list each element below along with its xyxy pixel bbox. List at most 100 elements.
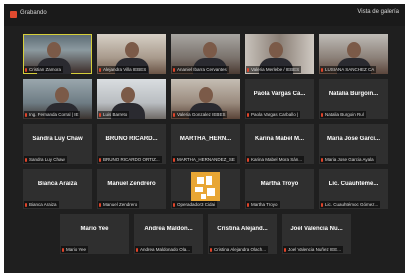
participant-video-head <box>125 42 139 58</box>
participant-display-name: Lic. Cuauhtéme... <box>328 181 379 187</box>
participant-tile[interactable]: Valeria Gonzalez IEBES <box>171 79 240 119</box>
participant-tile[interactable]: Lic. Cuauhtéme... Lic. Cuauhtémoc Gómez..… <box>319 169 388 209</box>
participant-name-label: Manuel Zendrero <box>98 201 140 208</box>
participant-video-head <box>47 42 61 58</box>
muted-mic-icon <box>99 68 101 72</box>
muted-mic-icon <box>99 113 101 117</box>
participant-label-text: Sandra Luy Chaw <box>29 157 65 162</box>
participant-label-text: Ananiel Ibarra Cervantes <box>177 67 227 72</box>
participant-tile[interactable]: Ing. Fernanda Corral | IE <box>23 79 92 119</box>
participant-tile[interactable]: Valeria Merlebe / IEBES <box>245 34 314 74</box>
muted-mic-icon <box>247 203 249 207</box>
participant-label-text: BRUNO RICARDO ORTIZ... <box>103 157 160 162</box>
participant-name-label: Andrea Maldonado Ola... <box>135 246 193 253</box>
participant-tile[interactable]: Martha Troyo Martha Troyo <box>245 169 314 209</box>
participant-name-label: Sandra Luy Chaw <box>24 156 67 163</box>
participant-label-text: Valeria Gonzalez IEBES <box>177 112 226 117</box>
participant-label-text: Cristian Zamora <box>29 67 62 72</box>
participant-tile[interactable]: Paola Vargas Ca... Paola Vargas Carballo … <box>245 79 314 119</box>
participant-label-text: Mario Yee <box>66 247 87 252</box>
participant-video-head <box>203 42 217 58</box>
muted-mic-icon <box>284 248 286 252</box>
participant-tile[interactable]: Cristian Zamora <box>23 34 92 74</box>
participant-tile[interactable]: Joel Valencia Nu... Joel Valencia Nuñez I… <box>282 214 351 254</box>
participant-tile[interactable]: Operadador3 Cidai <box>171 169 240 209</box>
participant-tile[interactable]: Natalia Burgoin... Natalia Burgoin Rul <box>319 79 388 119</box>
participant-tile[interactable]: Sandra Luy Chaw Sandra Luy Chaw <box>23 124 92 164</box>
participant-avatar-logo <box>191 172 220 201</box>
participant-display-name: Natalia Burgoin... <box>328 91 379 97</box>
participant-name-label: BRUNO RICARDO ORTIZ... <box>98 156 162 163</box>
participant-tile[interactable]: Alejandra Villa IEBES <box>97 34 166 74</box>
participant-name-label: LUSIANA SANCHEZ CA <box>320 66 377 73</box>
participant-display-name: Karina Mabel M... <box>254 136 304 142</box>
muted-mic-icon <box>62 248 64 252</box>
participant-tile[interactable]: Ananiel Ibarra Cervantes <box>171 34 240 74</box>
participant-label-text: Maria Jose Garcia Ayala <box>325 157 374 162</box>
participant-label-text: MARTHA_HERNANDEZ_SE <box>177 157 235 162</box>
muted-mic-icon <box>247 113 249 117</box>
participant-name-label: Martha Troyo <box>246 201 280 208</box>
muted-mic-icon <box>25 113 27 117</box>
participant-tile[interactable]: LUSIANA SANCHEZ CA <box>319 34 388 74</box>
muted-mic-icon <box>136 248 138 252</box>
participant-name-label: Operadador3 Cidai <box>172 201 218 208</box>
participant-video-head <box>269 42 283 58</box>
participant-tile[interactable]: Luis Barreto <box>97 79 166 119</box>
participant-display-name: Martha Troyo <box>260 181 299 187</box>
participant-display-name: Cristina Alejand... <box>217 226 268 232</box>
participant-name-label: Ananiel Ibarra Cervantes <box>172 66 229 73</box>
participant-name-label: Lic. Cuauhtémoc Gómez... <box>320 201 381 208</box>
participant-video-head <box>121 87 135 103</box>
participant-label-text: Ing. Fernanda Corral | IE <box>29 112 79 117</box>
muted-mic-icon <box>173 203 175 207</box>
gallery-view-button[interactable]: Vista de galería <box>357 9 399 15</box>
participant-name-label: Valeria Merlebe / IEBES <box>246 66 302 73</box>
muted-mic-icon <box>99 158 101 162</box>
participant-tile[interactable]: Bianca Araiza Bianca Araiza <box>23 169 92 209</box>
participant-label-text: Operadador3 Cidai <box>177 202 216 207</box>
muted-mic-icon <box>321 113 323 117</box>
participant-display-name: Andrea Maldon... <box>144 226 193 232</box>
participant-label-text: Martha Troyo <box>251 202 278 207</box>
participant-display-name: Maria Jose Garci... <box>326 136 381 142</box>
muted-mic-icon <box>173 68 175 72</box>
participant-name-label: Cristian Zamora <box>24 66 64 73</box>
participant-label-text: Natalia Burgoin Rul <box>325 112 364 117</box>
participant-tile[interactable]: MARTHA_HERN... MARTHA_HERNANDEZ_SE <box>171 124 240 164</box>
participant-tile[interactable]: Maria Jose Garci... Maria Jose Garcia Aya… <box>319 124 388 164</box>
participant-label-text: Manuel Zendrero <box>103 202 138 207</box>
participant-name-label: Ing. Fernanda Corral | IE <box>24 111 81 118</box>
participant-display-name: Sandra Luy Chaw <box>32 136 83 142</box>
muted-mic-icon <box>173 113 175 117</box>
participant-name-label: Joel Valencia Nuñez IEE... <box>283 246 343 253</box>
participant-label-text: Valeria Merlebe / IEBES <box>251 67 300 72</box>
participant-display-name: Mario Yee <box>80 226 109 232</box>
title-bar: Grabando Vista de galería <box>4 4 405 26</box>
muted-mic-icon <box>321 158 323 162</box>
participant-tile[interactable]: Mario Yee Mario Yee <box>60 214 129 254</box>
participant-display-name: MARTHA_HERN... <box>179 136 232 142</box>
participant-name-label: Maria Jose Garcia Ayala <box>320 156 376 163</box>
participant-display-name: Bianca Araiza <box>37 181 78 187</box>
participant-name-label: Mario Yee <box>61 246 89 253</box>
participant-display-name: Joel Valencia Nu... <box>290 226 343 232</box>
participant-tile[interactable]: BRUNO RICARD... BRUNO RICARDO ORTIZ... <box>97 124 166 164</box>
participant-tile[interactable]: Cristina Alejand... Cristina Alejandra Ol… <box>208 214 277 254</box>
participant-label-text: LUSIANA SANCHEZ CA <box>325 67 375 72</box>
participant-name-label: Alejandra Villa IEBES <box>98 66 149 73</box>
participant-label-text: Paola Vargas Carballo | <box>251 112 299 117</box>
participant-label-text: Cristina Alejandra Olach... <box>214 247 267 252</box>
participant-name-label: Luis Barreto <box>98 111 130 118</box>
participant-tile[interactable]: Manuel Zendrero Manuel Zendrero <box>97 169 166 209</box>
participant-video-head <box>55 87 69 103</box>
participant-tile[interactable]: Andrea Maldon... Andrea Maldonado Ola... <box>134 214 203 254</box>
participant-label-text: Andrea Maldonado Ola... <box>140 247 191 252</box>
participant-tile[interactable]: Karina Mabel M... Karina Mabel Mora Sán..… <box>245 124 314 164</box>
muted-mic-icon <box>321 203 323 207</box>
muted-mic-icon <box>25 158 27 162</box>
muted-mic-icon <box>210 248 212 252</box>
recording-label: Grabando <box>20 10 47 16</box>
recording-icon <box>10 11 17 18</box>
participant-video-head <box>347 42 361 58</box>
